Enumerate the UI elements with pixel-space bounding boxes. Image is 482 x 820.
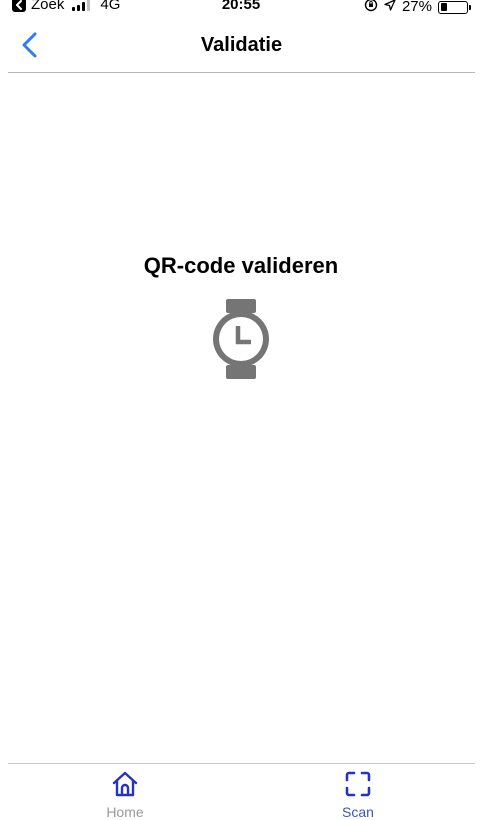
tab-bar: Home Scan	[8, 763, 475, 820]
battery-cap	[469, 4, 471, 10]
tab-scan-label: Scan	[342, 804, 374, 820]
location-arrow-icon	[384, 0, 396, 14]
tab-scan[interactable]: Scan	[298, 764, 418, 820]
battery-percent: 27%	[401, 0, 432, 15]
status-bar: Zoek 4G 20:55 27%	[0, 0, 482, 14]
battery-fill	[440, 3, 447, 11]
navigation-bar: Validatie	[8, 24, 475, 73]
battery-icon	[438, 0, 471, 14]
watch-clock-icon	[213, 299, 269, 379]
tab-home-label: Home	[106, 804, 144, 820]
tab-home[interactable]: Home	[65, 764, 185, 820]
status-right: 27%	[364, 0, 471, 15]
home-icon	[112, 771, 138, 797]
validation-heading: QR-code valideren	[143, 253, 339, 278]
orientation-lock-icon	[364, 0, 378, 15]
page-title: Validatie	[200, 34, 283, 56]
scan-icon	[345, 771, 371, 797]
